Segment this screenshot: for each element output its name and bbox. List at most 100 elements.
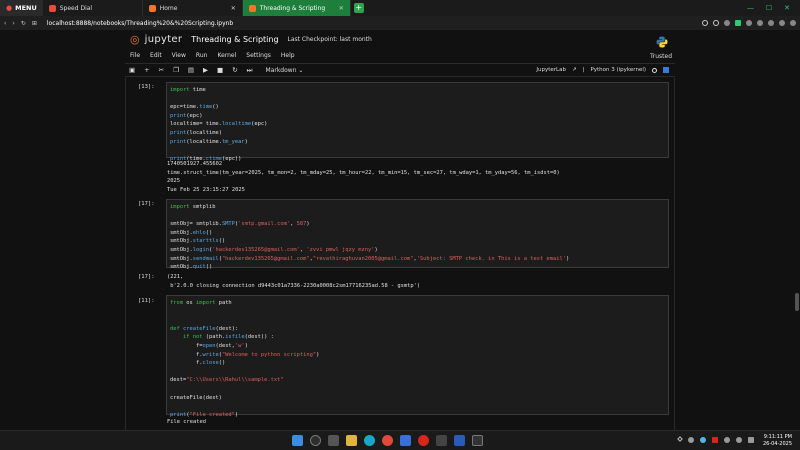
extensions-icon[interactable] [768,20,774,26]
code-text: import smtplib smtObj= smtplib.SMTP('smt… [170,204,570,271]
cut-icon[interactable]: ✂ [159,66,164,74]
stop-icon[interactable]: ■ [217,66,223,74]
url-field[interactable]: localhost:8888/notebooks/Threading%20&%2… [47,20,233,27]
windows-taskbar: 9:11:11 PM 26-04-2025 [0,430,800,450]
menu-file[interactable]: File [130,52,140,59]
cell-prompt: [13]: [138,84,155,90]
cube-icon[interactable] [757,20,763,26]
browser-menu-button[interactable]: ● MENU [0,0,43,16]
forward-icon[interactable]: › [12,20,14,27]
file-explorer-icon[interactable] [346,435,357,446]
cell-type-select[interactable]: Markdown ⌄ [266,67,304,74]
run-icon[interactable]: ▶ [203,66,208,74]
windows-start-icon[interactable] [292,435,303,446]
cell-prompt: [17]: [138,201,155,207]
download-icon[interactable] [779,20,785,26]
search-icon[interactable] [310,435,321,446]
cell-type-value: Markdown [265,66,297,74]
extension-icons [702,20,796,26]
jupyter-tab-icon [148,4,156,12]
opera-icon[interactable] [418,435,429,446]
tab-speed-dial[interactable]: Speed Dial [43,0,143,16]
cell-output: 1740501927.455602 time.struct_time(tm_ye… [167,161,560,193]
python-logo-icon [656,36,668,48]
taskbar-clock[interactable]: 9:11:11 PM 26-04-2025 [763,434,792,448]
cell-output: File created [167,419,206,425]
tab-label: Threading & Scripting [259,4,326,12]
taskbar-apps [292,435,483,446]
clock-date: 26-04-2025 [762,441,792,447]
code-cell-input[interactable]: import smtplib smtObj= smtplib.SMTP('smt… [166,199,669,270]
jupyter-title-bar: ◎ jupyter Threading & Scripting Last Che… [130,33,372,46]
close-icon[interactable]: ✕ [339,5,344,12]
wifi-icon[interactable] [724,437,730,443]
task-view-icon[interactable] [328,435,339,446]
terminal-icon[interactable] [472,435,483,446]
menu-help[interactable]: Help [281,52,295,59]
chrome-icon[interactable] [382,435,393,446]
trusted-indicator[interactable]: Trusted [650,53,672,60]
page-scrollbar[interactable] [795,293,799,311]
battery-icon[interactable] [748,437,754,443]
minimize-icon[interactable]: — [747,4,754,12]
chevron-up-icon[interactable] [677,436,683,442]
maximize-icon[interactable]: ☐ [766,4,772,12]
notebook-toolbar: ▣ + ✂ ❐ ▤ ▶ ■ ↻ ⏭ Markdown ⌄ JupyterLab … [125,63,675,77]
system-tray [677,436,754,443]
code-text: from os import path def createFile(dest)… [170,300,320,418]
copy-icon[interactable]: ❐ [173,66,179,74]
jupyterlab-link[interactable]: JupyterLab [536,67,566,73]
close-icon[interactable]: ✕ [231,5,236,12]
code-cell-input[interactable]: from os import path def createFile(dest)… [166,295,669,418]
menu-run[interactable]: Run [196,52,208,59]
cell-prompt: [17]: [138,274,155,280]
back-icon[interactable]: ‹ [4,20,6,27]
external-link-icon: ↗ [571,67,577,73]
new-tab-button[interactable]: + [353,3,364,13]
jupyter-logo-text[interactable]: jupyter [145,34,183,45]
zoom-icon[interactable] [702,20,708,26]
jupyter-tab-icon [248,4,256,12]
separator-icon: | [582,67,585,73]
jupyter-logo-icon[interactable]: ◎ [130,33,140,46]
tab-label: Home [159,4,178,12]
store-icon[interactable] [400,435,411,446]
cell-prompt: [11]: [138,298,155,304]
menu-view[interactable]: View [172,52,186,59]
close-window-icon[interactable]: ✕ [784,4,790,12]
restart-icon[interactable]: ↻ [232,66,237,74]
pdf-icon[interactable] [712,437,718,443]
cell-output: (221, b'2.0.0 closing connection d9443c0… [167,274,421,289]
network-icon[interactable] [700,437,706,443]
save-icon[interactable]: ▣ [129,66,135,74]
add-cell-icon[interactable]: + [144,66,149,74]
menu-settings[interactable]: Settings [246,52,271,59]
code-cell-input[interactable]: import time epc=time.time() print(epc) l… [166,82,669,162]
menu-kernel[interactable]: Kernel [217,52,236,59]
paste-icon[interactable]: ▤ [188,66,194,74]
tab-home[interactable]: Home ✕ [143,0,243,16]
opera-logo-icon: ● [6,4,13,12]
cloud-icon[interactable] [688,437,694,443]
reload-icon[interactable]: ↻ [21,20,26,27]
fast-forward-icon[interactable]: ⏭ [247,66,253,75]
checkpoint-status: Last Checkpoint: last month [287,36,372,43]
volume-icon[interactable] [736,437,742,443]
kernel-name[interactable]: Python 3 (ipykernel) [590,67,646,73]
notebook-title[interactable]: Threading & Scripting [191,35,278,44]
tab-threading-scripting[interactable]: Threading & Scripting ✕ [242,0,351,16]
heart-icon[interactable] [746,20,752,26]
search-icon[interactable] [713,20,719,26]
menu-edit[interactable]: Edit [150,52,162,59]
browser-menu-label: MENU [15,4,37,12]
browser-tab-bar: ● MENU Speed Dial Home ✕ Threading & Scr… [0,0,800,16]
camera-icon[interactable] [724,20,730,26]
edge-icon[interactable] [364,435,375,446]
shield-icon[interactable] [735,20,741,26]
chevron-down-icon: ⌄ [298,66,304,74]
word-icon[interactable] [454,435,465,446]
grid-icon[interactable]: ⊞ [32,20,37,27]
profile-icon[interactable] [790,20,796,26]
debugger-icon[interactable] [663,67,669,73]
app-icon[interactable] [436,435,447,446]
